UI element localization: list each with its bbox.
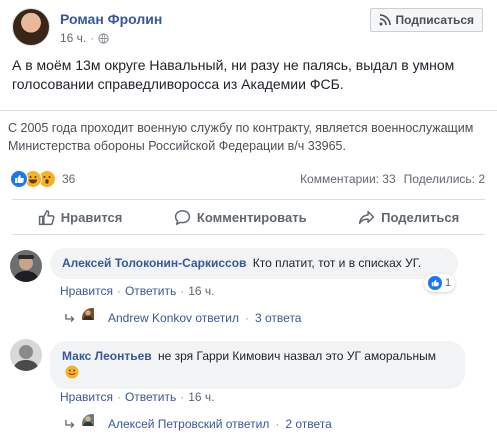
comment-bubble: Алексей Толоконин-Саркиссов Кто платит, … xyxy=(50,248,458,279)
comment-links: Нравится · Ответить · 16 ч. xyxy=(60,390,215,404)
comment-button[interactable]: Комментировать xyxy=(174,209,307,226)
separator: · xyxy=(180,390,185,404)
shares-count-link[interactable]: Поделились: 2 xyxy=(404,172,485,186)
share-icon xyxy=(359,210,375,224)
globe-icon xyxy=(98,32,109,44)
reply-arrow-icon xyxy=(65,314,75,322)
separator: · xyxy=(116,284,121,298)
facebook-post: Роман Фролин 16 ч. · Подписаться А в моё… xyxy=(0,0,497,437)
comment-time[interactable]: 16 ч. xyxy=(188,390,214,404)
author-avatar[interactable] xyxy=(12,8,50,46)
like-button[interactable]: Нравится xyxy=(38,209,123,226)
comment-links: Нравится · Ответить · 16 ч. xyxy=(60,284,215,298)
comment-avatar[interactable] xyxy=(10,339,42,371)
separator: · xyxy=(275,417,280,431)
quoted-text: С 2005 года проходит военную службу по к… xyxy=(8,121,474,153)
comment-author[interactable]: Алексей Толоконин-Саркиссов xyxy=(62,256,246,270)
comment-text: не зря Гарри Кимович назвал это УГ амора… xyxy=(158,349,436,363)
rss-icon xyxy=(379,14,391,26)
post-time[interactable]: 16 ч. xyxy=(60,31,86,45)
quoted-block: С 2005 года проходит военную службу по к… xyxy=(0,110,497,155)
post-text: А в моём 13м округе Навальный, ни разу н… xyxy=(12,57,455,92)
reply-arrow-icon xyxy=(65,420,75,428)
emoji-smile-icon xyxy=(65,365,79,379)
comment-time[interactable]: 16 ч. xyxy=(188,284,214,298)
subscribe-label: Подписаться xyxy=(395,13,474,27)
separator: · xyxy=(180,284,185,298)
like-button-label: Нравится xyxy=(60,209,123,225)
comment-bubble: Макс Леонтьев не зря Гарри Кимович назва… xyxy=(50,341,465,389)
reply-avatar xyxy=(82,414,102,434)
post-author-name[interactable]: Роман Фролин xyxy=(60,11,162,27)
post-meta: 16 ч. · xyxy=(60,31,109,45)
comment-icon xyxy=(174,209,191,225)
replies-row[interactable]: Алексей Петровский ответил · 2 ответа xyxy=(64,414,332,434)
post-actions-bar: Нравится Комментировать Поделиться xyxy=(12,199,485,235)
reaction-count: 36 xyxy=(62,172,76,186)
reply-count-link[interactable]: 2 ответа xyxy=(285,417,331,431)
subscribe-button[interactable]: Подписаться xyxy=(369,8,483,32)
like-reaction-icon xyxy=(428,276,442,290)
reply-author-text[interactable]: Алексей Петровский ответил xyxy=(108,417,269,431)
reply-avatar xyxy=(82,308,102,328)
thumbs-up-icon xyxy=(38,209,55,225)
like-reaction-icon xyxy=(10,170,28,188)
share-button[interactable]: Поделиться xyxy=(358,209,459,226)
comment-author[interactable]: Макс Леонтьев xyxy=(62,349,152,363)
comment-like-badge[interactable]: 1 xyxy=(424,274,456,292)
separator: · xyxy=(116,390,121,404)
separator: · xyxy=(245,311,250,325)
post-stats: Комментарии: 33 Поделились: 2 xyxy=(300,172,485,186)
reactions-summary[interactable]: 36 xyxy=(10,170,75,188)
comment-reply-link[interactable]: Ответить xyxy=(125,390,176,404)
reply-author-text[interactable]: Andrew Konkov ответил xyxy=(108,311,239,325)
share-button-label: Поделиться xyxy=(381,209,460,225)
comments-count-link[interactable]: Комментарии: 33 xyxy=(300,172,396,186)
comment-like-link[interactable]: Нравится xyxy=(60,284,113,298)
comment-avatar[interactable] xyxy=(10,250,42,282)
replies-row[interactable]: Andrew Konkov ответил · 3 ответа xyxy=(64,308,301,328)
comment-like-link[interactable]: Нравится xyxy=(60,390,113,404)
comment-like-count: 1 xyxy=(445,277,452,289)
meta-separator: · xyxy=(90,31,95,45)
reply-count-link[interactable]: 3 ответа xyxy=(255,311,301,325)
comment-text: Кто платит, тот и в списках УГ. xyxy=(252,256,422,270)
comment-button-label: Комментировать xyxy=(196,209,307,225)
comment-reply-link[interactable]: Ответить xyxy=(125,284,176,298)
